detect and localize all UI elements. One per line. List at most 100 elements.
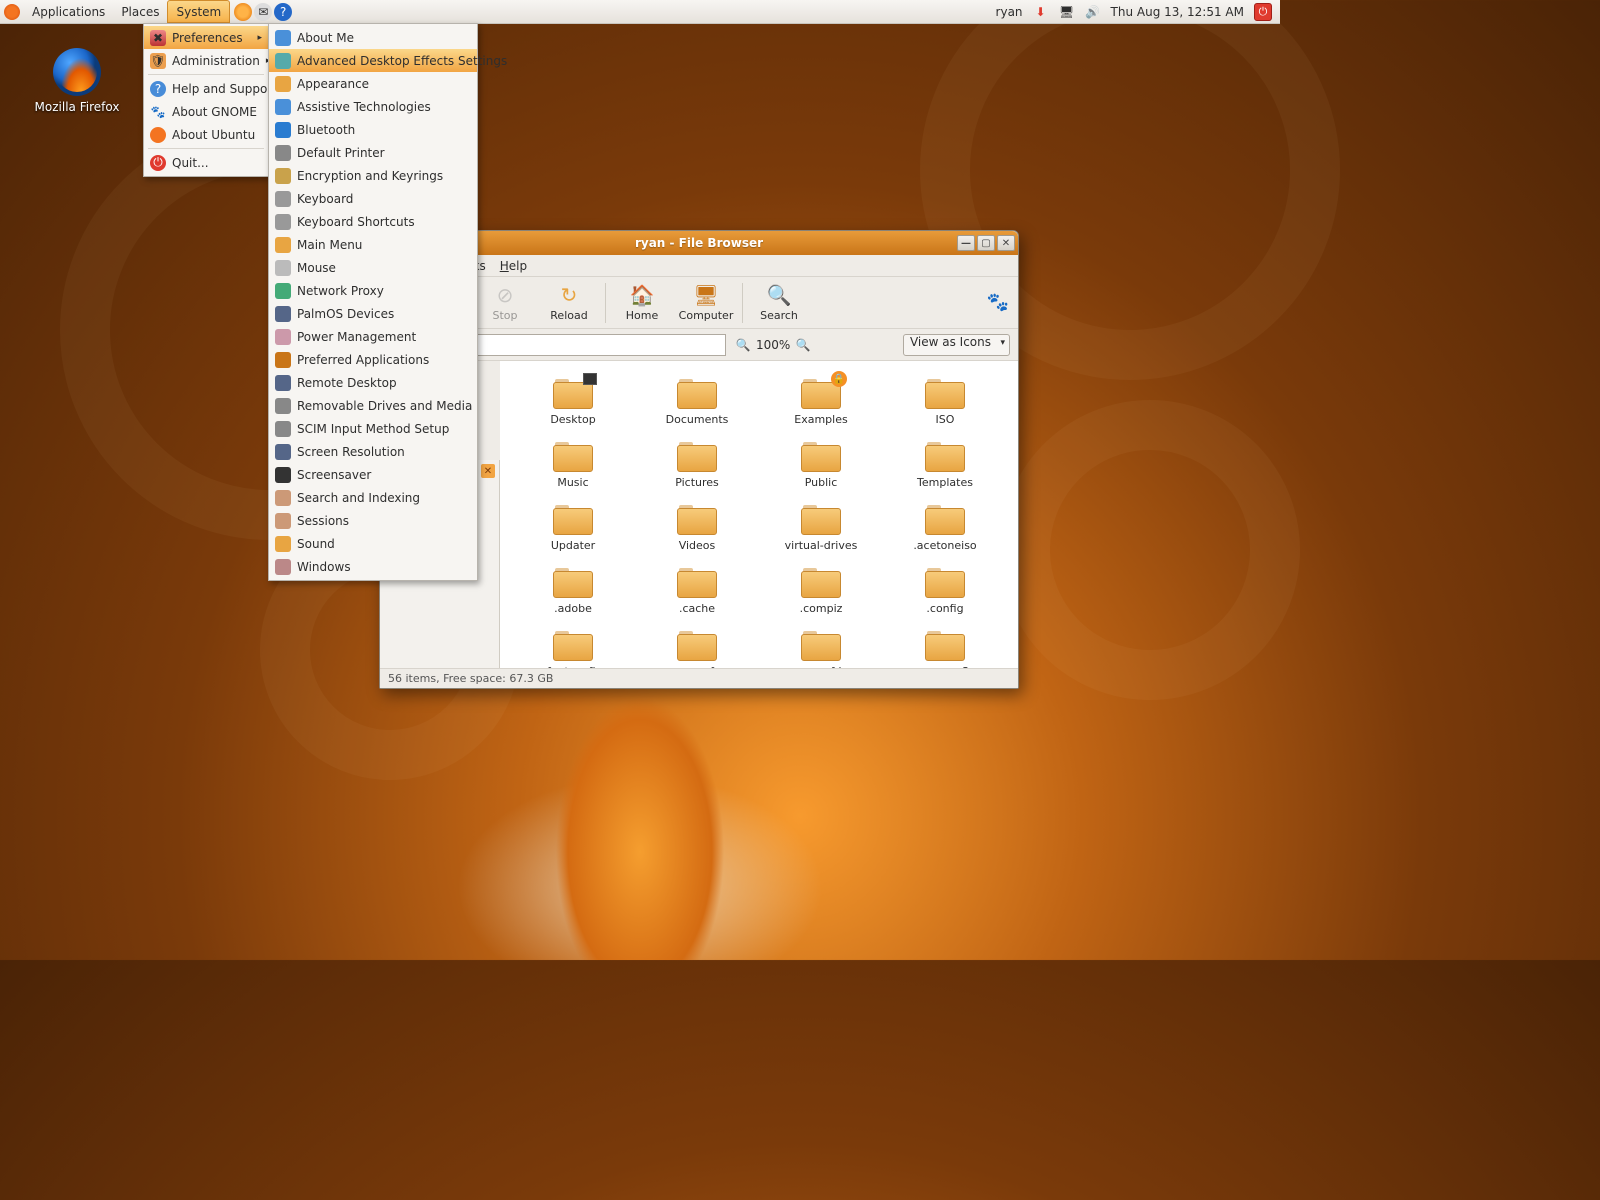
volume-icon[interactable]: 🔊 — [1085, 4, 1101, 20]
folder-label: Examples — [794, 413, 847, 426]
readonly-emblem-icon: 🔒 — [831, 371, 847, 387]
menu-quit[interactable]: ⏻Quit... — [144, 151, 268, 174]
folder-Music[interactable]: Music — [523, 440, 623, 489]
prefs-item-palmos-devices[interactable]: PalmOS Devices — [269, 302, 477, 325]
pref-item-icon — [275, 513, 291, 529]
prefs-item-sessions[interactable]: Sessions — [269, 509, 477, 532]
folder--config[interactable]: .config — [895, 566, 995, 615]
menu-administration[interactable]: 🛡Administration▸ — [144, 49, 268, 72]
menu-help[interactable]: ?Help and Support — [144, 77, 268, 100]
prefs-item-keyboard-shortcuts[interactable]: Keyboard Shortcuts — [269, 210, 477, 233]
prefs-item-search-and-indexing[interactable]: Search and Indexing — [269, 486, 477, 509]
maximize-button[interactable]: ▢ — [977, 235, 995, 251]
folder--gconfd[interactable]: .gconfd — [771, 629, 871, 668]
prefs-item-appearance[interactable]: Appearance — [269, 72, 477, 95]
menu-help[interactable]: Help — [500, 259, 527, 273]
folder-icon — [925, 629, 965, 661]
update-notifier-icon[interactable]: ⬇ — [1033, 4, 1049, 20]
prefs-item-power-management[interactable]: Power Management — [269, 325, 477, 348]
zoom-out-button[interactable]: 🔍 — [734, 336, 752, 354]
view-mode-select[interactable]: View as Icons — [903, 334, 1010, 356]
pref-item-icon — [275, 559, 291, 575]
folder-Documents[interactable]: Documents — [647, 377, 747, 426]
folder--gconf[interactable]: .gconf — [647, 629, 747, 668]
prefs-item-remote-desktop[interactable]: Remote Desktop — [269, 371, 477, 394]
pref-item-icon — [275, 145, 291, 161]
folder--cache[interactable]: .cache — [647, 566, 747, 615]
prefs-item-windows[interactable]: Windows — [269, 555, 477, 578]
prefs-item-main-menu[interactable]: Main Menu — [269, 233, 477, 256]
separator — [148, 148, 264, 149]
places-menu[interactable]: Places — [113, 0, 167, 23]
folder-Videos[interactable]: Videos — [647, 503, 747, 552]
prefs-item-sound[interactable]: Sound — [269, 532, 477, 555]
folder-icon — [553, 503, 593, 535]
prefs-item-mouse[interactable]: Mouse — [269, 256, 477, 279]
search-button[interactable]: 🔍Search — [747, 279, 811, 327]
mail-launcher-icon[interactable]: ✉ — [254, 3, 272, 21]
gnome-throbber-icon: 🐾 — [984, 289, 1012, 317]
zoom-in-button[interactable]: 🔍 — [794, 336, 812, 354]
prefs-item-assistive-technologies[interactable]: Assistive Technologies — [269, 95, 477, 118]
desktop-firefox-icon[interactable]: Mozilla Firefox — [32, 48, 122, 114]
desktop-emblem-icon — [583, 373, 597, 385]
firefox-launcher-icon[interactable] — [234, 3, 252, 21]
prefs-item-screensaver[interactable]: Screensaver — [269, 463, 477, 486]
folder--adobe[interactable]: .adobe — [523, 566, 623, 615]
prefs-item-scim-input-method-setup[interactable]: SCIM Input Method Setup — [269, 417, 477, 440]
prefs-item-keyboard[interactable]: Keyboard — [269, 187, 477, 210]
folder--compiz[interactable]: .compiz — [771, 566, 871, 615]
folder-virtual-drives[interactable]: virtual-drives — [771, 503, 871, 552]
folder-Pictures[interactable]: Pictures — [647, 440, 747, 489]
applications-menu[interactable]: Applications — [24, 0, 113, 23]
folder-Public[interactable]: Public — [771, 440, 871, 489]
pref-item-label: About Me — [297, 31, 354, 45]
close-button[interactable]: ✕ — [997, 235, 1015, 251]
user-label[interactable]: ryan — [996, 5, 1023, 19]
menu-about-ubuntu[interactable]: About Ubuntu — [144, 123, 268, 146]
folder--acetoneiso[interactable]: .acetoneiso — [895, 503, 995, 552]
network-icon[interactable]: 🖥 — [1059, 4, 1075, 20]
menu-preferences[interactable]: ✖Preferences▸ — [144, 26, 268, 49]
folder--gnome2[interactable]: .gnome2 — [895, 629, 995, 668]
folder-Updater[interactable]: Updater — [523, 503, 623, 552]
prefs-item-default-printer[interactable]: Default Printer — [269, 141, 477, 164]
pref-item-icon — [275, 444, 291, 460]
system-menu[interactable]: System — [167, 0, 230, 23]
prefs-item-network-proxy[interactable]: Network Proxy — [269, 279, 477, 302]
prefs-item-bluetooth[interactable]: Bluetooth — [269, 118, 477, 141]
window-title: ryan - File Browser — [635, 236, 763, 250]
folder-ISO[interactable]: ISO — [895, 377, 995, 426]
search-icon: 🔍 — [767, 283, 792, 307]
pref-item-icon — [275, 398, 291, 414]
folder-icon — [677, 377, 717, 409]
icon-view[interactable]: DesktopDocuments🔒ExamplesISOMusicPicture… — [500, 361, 1018, 668]
folder-Desktop[interactable]: Desktop — [523, 377, 623, 426]
prefs-item-preferred-applications[interactable]: Preferred Applications — [269, 348, 477, 371]
shutdown-button[interactable]: ⏻ — [1254, 3, 1272, 21]
pref-item-icon — [275, 30, 291, 46]
prefs-item-advanced-desktop-effects-settings[interactable]: Advanced Desktop Effects Settings — [269, 49, 477, 72]
folder-label: .config — [926, 602, 963, 615]
computer-button[interactable]: 🖥Computer — [674, 279, 738, 327]
prefs-item-encryption-and-keyrings[interactable]: Encryption and Keyrings — [269, 164, 477, 187]
help-launcher-icon[interactable]: ? — [274, 3, 292, 21]
folder--fontconfig[interactable]: .fontconfig — [523, 629, 623, 668]
minimize-button[interactable]: — — [957, 235, 975, 251]
folder-label: .cache — [679, 602, 715, 615]
folder-icon — [925, 440, 965, 472]
folder-Examples[interactable]: 🔒Examples — [771, 377, 871, 426]
separator — [605, 283, 606, 323]
prefs-item-removable-drives-and-media[interactable]: Removable Drives and Media — [269, 394, 477, 417]
prefs-item-about-me[interactable]: About Me — [269, 26, 477, 49]
folder-label: .gconf — [680, 665, 714, 668]
folder-label: Documents — [666, 413, 729, 426]
reload-button[interactable]: ↻Reload — [537, 279, 601, 327]
folder-icon — [677, 629, 717, 661]
folder-Templates[interactable]: Templates — [895, 440, 995, 489]
close-icon[interactable]: ✕ — [481, 464, 495, 478]
menu-about-gnome[interactable]: 🐾About GNOME — [144, 100, 268, 123]
clock[interactable]: Thu Aug 13, 12:51 AM — [1111, 5, 1244, 19]
prefs-item-screen-resolution[interactable]: Screen Resolution — [269, 440, 477, 463]
home-button[interactable]: 🏠Home — [610, 279, 674, 327]
